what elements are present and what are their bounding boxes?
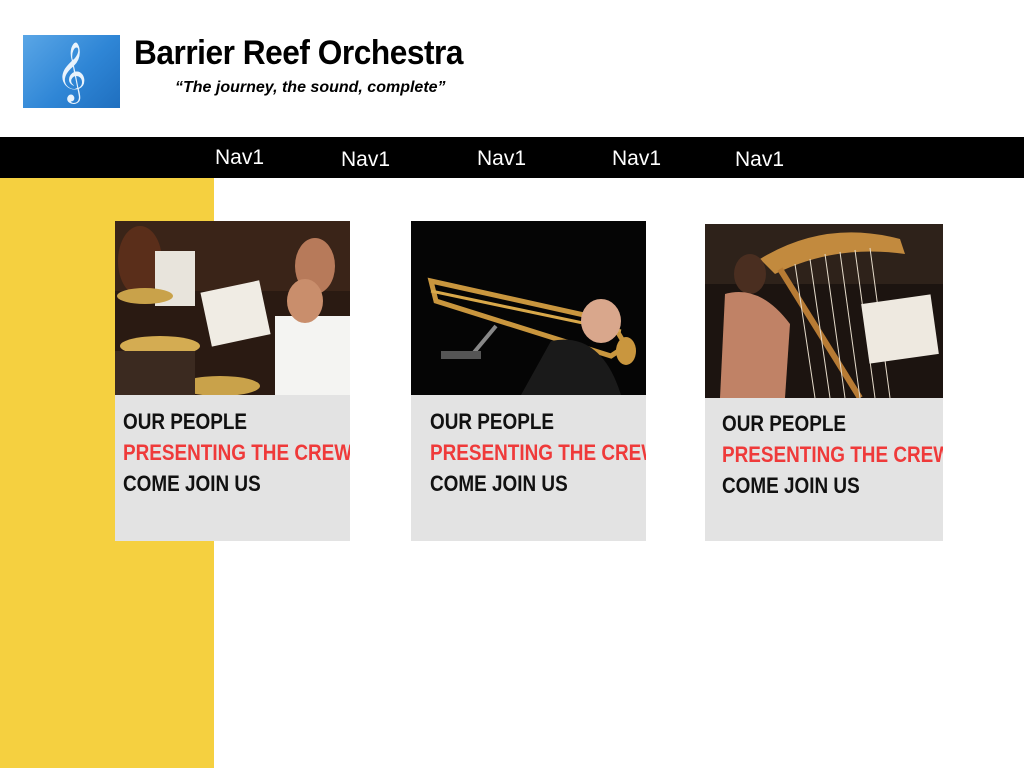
card-our-people-1[interactable]: OUR PEOPLE PRESENTING THE CREW COME JOIN… [115, 221, 350, 541]
nav-item-5[interactable]: Nav1 [735, 149, 784, 170]
nav-item-3[interactable]: Nav1 [477, 148, 526, 169]
card-our-people-2[interactable]: OUR PEOPLE PRESENTING THE CREW COME JOIN… [411, 221, 646, 541]
card-cta[interactable]: COME JOIN US [123, 468, 350, 499]
treble-clef-icon[interactable]: 𝄞 [23, 35, 120, 108]
trombonist-photo [411, 221, 646, 395]
card-subheading: PRESENTING THE CREW [430, 440, 646, 465]
nav-item-1[interactable]: Nav1 [215, 147, 264, 168]
card-subheading: PRESENTING THE CREW [722, 442, 943, 467]
site-title: Barrier Reef Orchestra [134, 34, 463, 72]
nav-item-2[interactable]: Nav1 [341, 149, 390, 170]
card-our-people-3[interactable]: OUR PEOPLE PRESENTING THE CREW COME JOIN… [705, 224, 943, 541]
logo-glyph: 𝄞 [56, 41, 87, 102]
card-heading: OUR PEOPLE [430, 409, 555, 434]
nav-item-4[interactable]: Nav1 [612, 148, 661, 169]
card-subheading: PRESENTING THE CREW [123, 440, 350, 465]
card-heading: OUR PEOPLE [722, 411, 847, 436]
harpist-photo [705, 224, 943, 398]
drummer-photo [115, 221, 350, 395]
card-cta[interactable]: COME JOIN US [722, 470, 943, 501]
main-nav: Nav1 Nav1 Nav1 Nav1 Nav1 [0, 137, 1024, 178]
card-heading: OUR PEOPLE [123, 409, 248, 434]
card-cta[interactable]: COME JOIN US [430, 468, 646, 499]
site-tagline: “The journey, the sound, complete” [175, 79, 446, 96]
